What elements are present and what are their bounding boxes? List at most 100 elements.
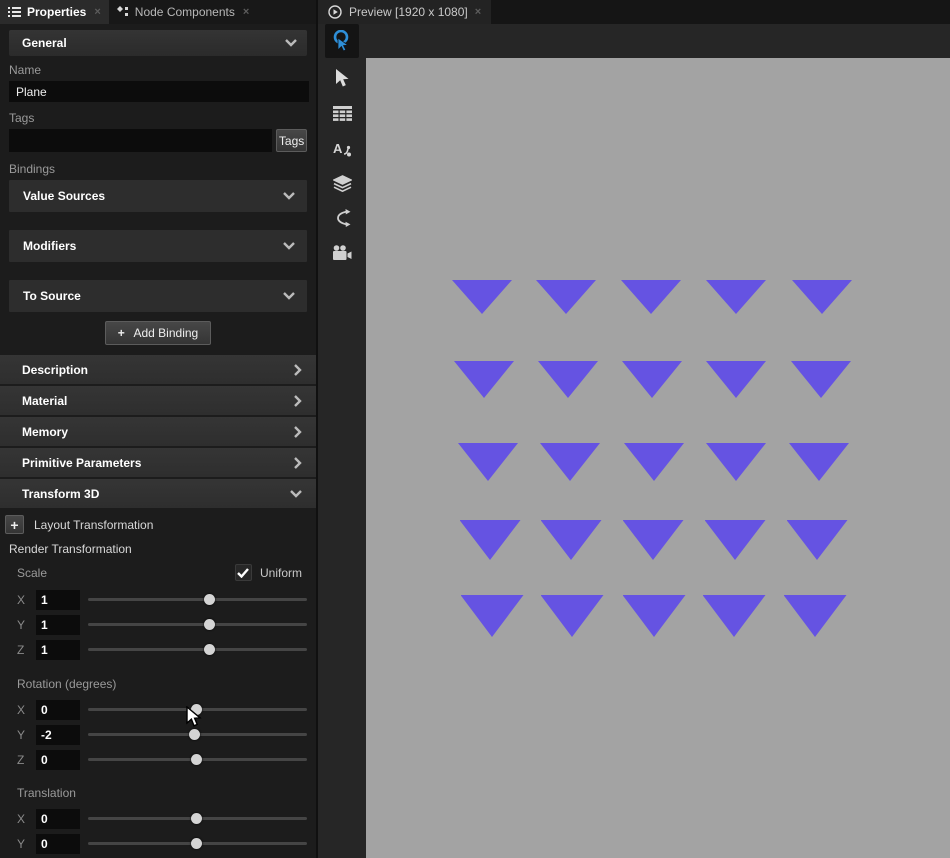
translation-x-slider[interactable] — [88, 808, 307, 829]
tab-properties[interactable]: Properties × — [0, 0, 109, 24]
triangle-mesh — [706, 443, 766, 481]
triangle-mesh — [458, 443, 518, 481]
section-material[interactable]: Material — [0, 386, 316, 415]
chevron-down-icon — [283, 292, 295, 300]
name-label: Name — [9, 63, 316, 77]
section-value-sources[interactable]: Value Sources — [9, 180, 307, 212]
chevron-right-icon — [294, 426, 302, 438]
text-animation-icon: A — [333, 140, 352, 157]
preview-options-bar — [366, 24, 950, 58]
chevron-down-icon — [283, 192, 295, 200]
scale-z-slider[interactable] — [88, 639, 307, 660]
name-input[interactable] — [9, 81, 309, 102]
tab-node-components-label: Node Components — [135, 5, 235, 19]
properties-panel: Properties × Node Components × General N… — [0, 0, 318, 858]
add-binding-label: Add Binding — [133, 326, 198, 340]
layers-tool-button[interactable] — [325, 168, 359, 198]
section-memory[interactable]: Memory — [0, 417, 316, 446]
section-value-sources-label: Value Sources — [23, 189, 105, 203]
render-transformation-label: Render Transformation — [9, 542, 316, 556]
select-tool-button[interactable] — [325, 63, 359, 93]
scale-x-slider[interactable] — [88, 589, 307, 610]
select-cursor-icon — [335, 69, 350, 88]
triangle-mesh — [623, 595, 686, 637]
triangle-mesh — [706, 361, 766, 398]
tab-node-components-close-icon[interactable]: × — [243, 6, 249, 18]
translation-y-slider-thumb[interactable] — [191, 838, 202, 849]
scale-y-slider[interactable] — [88, 614, 307, 635]
rotation-y-axis-label: Y — [17, 728, 36, 742]
preview-toolbar: A — [318, 24, 366, 858]
camera-tool-button[interactable] — [325, 238, 359, 268]
scale-x-input[interactable] — [36, 590, 80, 610]
scale-z-axis-label: Z — [17, 643, 36, 657]
chevron-down-icon — [285, 39, 297, 47]
split-connection-tool-button[interactable] — [325, 203, 359, 233]
triangle-mesh — [621, 280, 681, 314]
rotation-x-slider-thumb[interactable] — [191, 704, 202, 715]
rotation-y-slider-thumb[interactable] — [189, 729, 200, 740]
preview-pane: Preview [1920 x 1080] × — [318, 0, 950, 858]
translation-y-axis-label: Y — [17, 837, 36, 851]
section-to-source-label: To Source — [23, 289, 81, 303]
tags-input[interactable] — [9, 129, 272, 152]
add-layout-transformation-button[interactable]: + — [5, 515, 24, 534]
preview-tabbar: Preview [1920 x 1080] × — [318, 0, 950, 24]
rotation-z-input[interactable] — [36, 750, 80, 770]
table-grid-icon — [333, 106, 352, 121]
rotation-z-slider[interactable] — [88, 749, 307, 770]
text-animate-tool-button[interactable]: A — [325, 133, 359, 163]
triangle-mesh — [452, 280, 512, 314]
section-description[interactable]: Description — [0, 355, 316, 384]
tab-node-components[interactable]: Node Components × — [109, 0, 258, 24]
translation-y-input[interactable] — [36, 834, 80, 854]
application-window: Properties × Node Components × General N… — [0, 0, 950, 858]
add-binding-button[interactable]: + Add Binding — [105, 321, 211, 345]
triangle-mesh — [541, 595, 604, 637]
uniform-checkbox[interactable] — [235, 564, 252, 581]
check-icon — [237, 568, 249, 578]
triangle-mesh — [541, 520, 602, 560]
scale-x-slider-thumb[interactable] — [204, 594, 215, 605]
triangle-mesh — [622, 361, 682, 398]
section-to-source[interactable]: To Source — [9, 280, 307, 312]
rotation-y-input[interactable] — [36, 725, 80, 745]
preview-viewport[interactable] — [366, 58, 950, 858]
grid-list-tool-button[interactable] — [325, 98, 359, 128]
layers-icon — [333, 175, 352, 192]
triangle-mesh — [787, 520, 848, 560]
rotation-x-input[interactable] — [36, 700, 80, 720]
svg-text:A: A — [333, 141, 343, 156]
section-transform-3d[interactable]: Transform 3D — [0, 479, 316, 508]
section-general[interactable]: General — [9, 30, 307, 56]
tab-preview[interactable]: Preview [1920 x 1080] × — [318, 0, 491, 24]
tab-preview-close-icon[interactable]: × — [475, 6, 481, 18]
section-primitive-parameters[interactable]: Primitive Parameters — [0, 448, 316, 477]
tags-button[interactable]: Tags — [276, 129, 307, 152]
triangle-mesh — [706, 280, 766, 314]
scale-z-input[interactable] — [36, 640, 80, 660]
translation-y-slider[interactable] — [88, 833, 307, 854]
triangle-mesh — [540, 443, 600, 481]
interact-tool-button[interactable] — [325, 24, 359, 58]
scale-y-input[interactable] — [36, 615, 80, 635]
chevron-down-icon — [290, 490, 302, 498]
triangle-mesh — [454, 361, 514, 398]
uniform-label: Uniform — [260, 566, 302, 580]
triangle-mesh — [460, 520, 521, 560]
rotation-z-slider-thumb[interactable] — [191, 754, 202, 765]
chevron-right-icon — [294, 457, 302, 469]
triangle-mesh — [624, 443, 684, 481]
triangle-mesh — [538, 361, 598, 398]
rotation-y-slider[interactable] — [88, 724, 307, 745]
section-modifiers[interactable]: Modifiers — [9, 230, 307, 262]
rotation-label: Rotation (degrees) — [17, 677, 116, 691]
scale-y-slider-thumb[interactable] — [204, 619, 215, 630]
rotation-x-slider[interactable] — [88, 699, 307, 720]
translation-x-input[interactable] — [36, 809, 80, 829]
layout-transformation-label: Layout Transformation — [34, 518, 153, 532]
tab-properties-close-icon[interactable]: × — [94, 6, 100, 18]
interact-cursor-icon — [332, 30, 352, 52]
scale-z-slider-thumb[interactable] — [204, 644, 215, 655]
translation-x-slider-thumb[interactable] — [191, 813, 202, 824]
